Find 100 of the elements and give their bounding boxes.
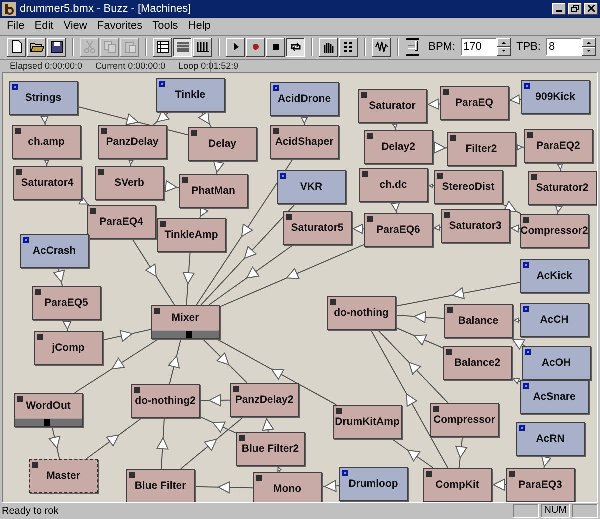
pan-slider[interactable] (15, 418, 82, 426)
connection-arrow[interactable] (262, 416, 274, 433)
spin-down-icon[interactable] (496, 47, 511, 56)
machine-node[interactable]: VKR (277, 170, 346, 204)
slider-thumb[interactable] (415, 41, 418, 52)
machine-node[interactable]: AcCH (520, 303, 589, 338)
connection-arrow[interactable] (216, 338, 338, 406)
connection-arrow[interactable] (508, 94, 522, 105)
machine-node[interactable]: ch.amp (12, 125, 81, 160)
machine-node[interactable]: Balance (444, 304, 513, 338)
machine-node[interactable]: Blue Filter (126, 469, 195, 502)
tpb-field[interactable]: 8 (546, 38, 582, 56)
connection-arrow[interactable] (48, 426, 61, 460)
menu-item[interactable]: Help (183, 20, 216, 32)
machine-node[interactable]: ch.dc (359, 168, 428, 202)
machine-node[interactable]: ParaEQ2 (524, 129, 593, 164)
connection-arrow[interactable] (391, 438, 434, 469)
connection-arrow[interactable] (132, 238, 176, 306)
toolbar-button[interactable] (173, 38, 192, 57)
menu-item[interactable]: View (58, 20, 92, 32)
connection-arrow[interactable] (62, 320, 72, 332)
connection-arrow[interactable] (213, 160, 225, 175)
machine-node[interactable]: ParaEQ5 (32, 286, 101, 320)
connection-arrow[interactable] (352, 224, 364, 234)
connection-arrow[interactable] (194, 481, 254, 494)
menu-item[interactable]: File (2, 20, 30, 32)
machine-node[interactable]: Tinkle (156, 78, 225, 112)
bpm-field[interactable]: 170 (460, 38, 497, 56)
machine-node[interactable]: jComp (34, 331, 103, 366)
machine-node[interactable]: Saturator4 (13, 166, 82, 200)
connection-arrow[interactable] (208, 244, 294, 306)
connection-arrow[interactable] (102, 329, 152, 343)
machine-node[interactable]: AcCrash (20, 234, 89, 268)
connection-arrow[interactable] (86, 418, 143, 460)
connection-arrow[interactable] (202, 338, 248, 384)
connection-arrow[interactable] (510, 338, 526, 350)
machine-node[interactable]: DrumKitAmp (333, 405, 402, 440)
minimize-button[interactable] (552, 2, 566, 15)
pan-thumb[interactable] (186, 331, 192, 338)
connection-arrow[interactable] (168, 338, 182, 385)
machine-node[interactable]: AcOH (522, 346, 591, 380)
machine-node[interactable]: AcidShaper (270, 125, 339, 160)
machine-node[interactable]: AcSnare (520, 380, 589, 414)
machine-node[interactable]: do-nothing (327, 296, 396, 330)
machine-node[interactable]: Drumloop (339, 467, 408, 502)
pan-slider[interactable] (152, 330, 219, 338)
connection-arrow[interactable] (198, 111, 212, 128)
machine-node[interactable]: Balance2 (443, 346, 512, 380)
connection-arrow[interactable] (200, 416, 236, 434)
machine-node[interactable]: SVerb (95, 166, 164, 200)
machine-node[interactable]: AcKick (520, 259, 589, 294)
machine-node[interactable]: PanzDelay (98, 125, 167, 160)
connection-arrow[interactable] (40, 114, 50, 126)
machine-node[interactable]: Strings (9, 81, 78, 116)
machine-node[interactable]: Filter2 (447, 132, 516, 166)
machine-node[interactable]: Delay2 (364, 130, 433, 164)
toolbar-button[interactable] (286, 38, 306, 57)
connection-arrow[interactable] (396, 311, 444, 324)
machine-node[interactable]: Saturator3 (441, 209, 510, 244)
connection-arrow[interactable] (220, 244, 364, 308)
menu-item[interactable]: Edit (30, 20, 59, 32)
connection-arrow[interactable] (510, 224, 520, 234)
menu-item[interactable]: Favorites (92, 20, 148, 32)
connection-arrow[interactable] (541, 456, 552, 469)
restore-button[interactable] (568, 2, 582, 15)
machine-node[interactable]: PanzDelay2 (230, 383, 299, 418)
machine-node[interactable]: StereoDist (434, 170, 503, 204)
machine-node[interactable]: Mono (253, 472, 322, 502)
machine-node[interactable]: Saturator5 (283, 211, 352, 246)
machine-node[interactable]: Compressor (430, 403, 499, 438)
connection-arrow[interactable] (396, 327, 444, 349)
connection-arrow[interactable] (432, 142, 448, 154)
spin-up-icon[interactable] (496, 38, 511, 48)
spin-down-icon[interactable] (582, 47, 596, 56)
connection-arrow[interactable] (156, 418, 169, 470)
machine-node[interactable]: 909Kick (521, 80, 590, 114)
connection-arrow[interactable] (180, 416, 244, 470)
machine-node[interactable]: WordOut (14, 393, 83, 428)
machine-node[interactable]: ParaEQ4 (87, 205, 156, 240)
machine-node[interactable]: Mixer (151, 305, 220, 340)
menu-item[interactable]: Tools (148, 20, 184, 32)
spin-up-icon[interactable] (582, 38, 596, 48)
connection-arrow[interactable] (200, 206, 209, 219)
machine-node[interactable]: AcidDrone (270, 82, 339, 116)
machine-node[interactable]: ParaEQ3 (506, 468, 575, 502)
machine-node[interactable]: CompKit (423, 468, 492, 502)
connection-arrow[interactable] (182, 252, 196, 306)
connection-arrow[interactable] (377, 330, 449, 404)
machine-node[interactable]: Saturator2 (528, 171, 597, 206)
machine-node[interactable]: Compressor2 (520, 214, 589, 248)
machine-node[interactable]: ParaEQ (440, 86, 509, 120)
machine-node[interactable]: ParaEQ6 (364, 213, 433, 248)
machine-node[interactable]: Saturator (358, 89, 427, 124)
machine-node[interactable]: PhatMan (179, 174, 248, 208)
machine-node[interactable]: do-nothing2 (131, 384, 200, 418)
connection-arrow[interactable] (53, 268, 66, 287)
connection-arrow[interactable] (200, 394, 230, 407)
machine-node[interactable]: AcRN (516, 422, 585, 456)
connection-arrow[interactable] (164, 180, 180, 193)
connection-arrow[interactable] (426, 98, 440, 110)
